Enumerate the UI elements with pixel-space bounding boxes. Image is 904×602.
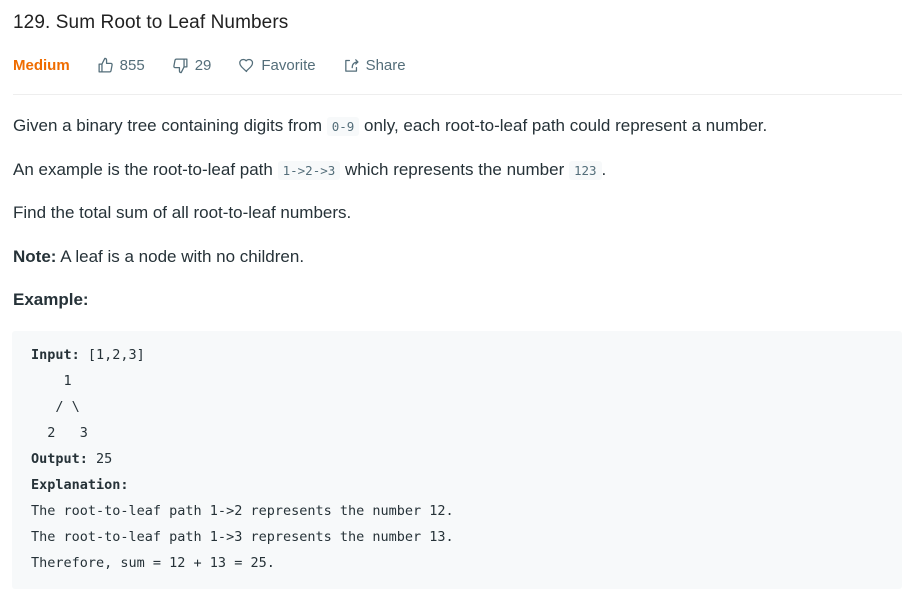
dislike-button[interactable]: 29 <box>172 56 212 74</box>
example-code-block <box>12 331 902 589</box>
tree-line-3: 2 3 <box>31 425 88 441</box>
note-paragraph: Note: A leaf is a node with no children. <box>13 247 304 267</box>
share-button[interactable]: Share <box>343 57 406 74</box>
thumbs-up-icon <box>98 57 113 73</box>
description-paragraph-3: Find the total sum of all root-to-leaf n… <box>13 203 352 222</box>
share-icon <box>344 58 359 72</box>
inline-code: 1->2->3 <box>277 161 341 180</box>
text-segment: Given a binary tree containing digits fr… <box>13 116 327 135</box>
dislike-count: 29 <box>194 56 212 74</box>
like-count: 855 <box>119 56 145 74</box>
explanation-line-2: The root-to-leaf path 1->3 represents th… <box>31 529 454 545</box>
input-label: Input: <box>31 347 80 363</box>
example-heading: Example: <box>13 290 89 309</box>
text-segment: An example is the root-to-leaf path <box>13 160 278 179</box>
tree-line-1: 1 <box>31 373 72 389</box>
description-paragraph-1: Given a binary tree containing digits fr… <box>13 116 767 136</box>
explanation-line-1: The root-to-leaf path 1->2 represents th… <box>31 503 454 519</box>
inline-code: 0-9 <box>326 117 360 136</box>
problem-page: 129. Sum Root to Leaf Numbers Medium 855… <box>0 0 904 602</box>
share-label: Share <box>365 56 406 74</box>
favorite-label: Favorite <box>261 56 316 74</box>
description-paragraph-2: An example is the root-to-leaf path 1->2… <box>13 160 606 180</box>
favorite-button[interactable]: Favorite <box>238 56 316 74</box>
text-segment: only, each root-to-leaf path could repre… <box>359 116 768 135</box>
note-text: A leaf is a node with no children. <box>56 247 305 266</box>
example-input-line: Input: [1,2,3] <box>31 347 145 363</box>
difficulty-badge: Medium <box>13 56 70 74</box>
explanation-label: Explanation: <box>31 477 129 493</box>
explanation-line-3: Therefore, sum = 12 + 13 = 25. <box>31 555 275 571</box>
output-value: 25 <box>87 451 113 467</box>
problem-title: 129. Sum Root to Leaf Numbers <box>13 12 289 33</box>
heart-icon <box>239 58 254 72</box>
text-segment: . <box>601 160 607 179</box>
text-segment: which represents the number <box>340 160 569 179</box>
header-divider <box>13 94 902 95</box>
output-label: Output: <box>31 451 88 467</box>
like-button[interactable]: 855 <box>97 57 145 74</box>
note-label: Note: <box>13 247 57 266</box>
thumbs-down-icon <box>172 57 188 73</box>
inline-code: 123 <box>568 161 602 180</box>
problem-meta-row: Medium 855 29 Favorite Share <box>13 54 433 76</box>
tree-line-2: / \ <box>31 399 80 415</box>
example-output-line: Output: 25 <box>31 451 112 467</box>
input-value: [1,2,3] <box>79 347 145 363</box>
